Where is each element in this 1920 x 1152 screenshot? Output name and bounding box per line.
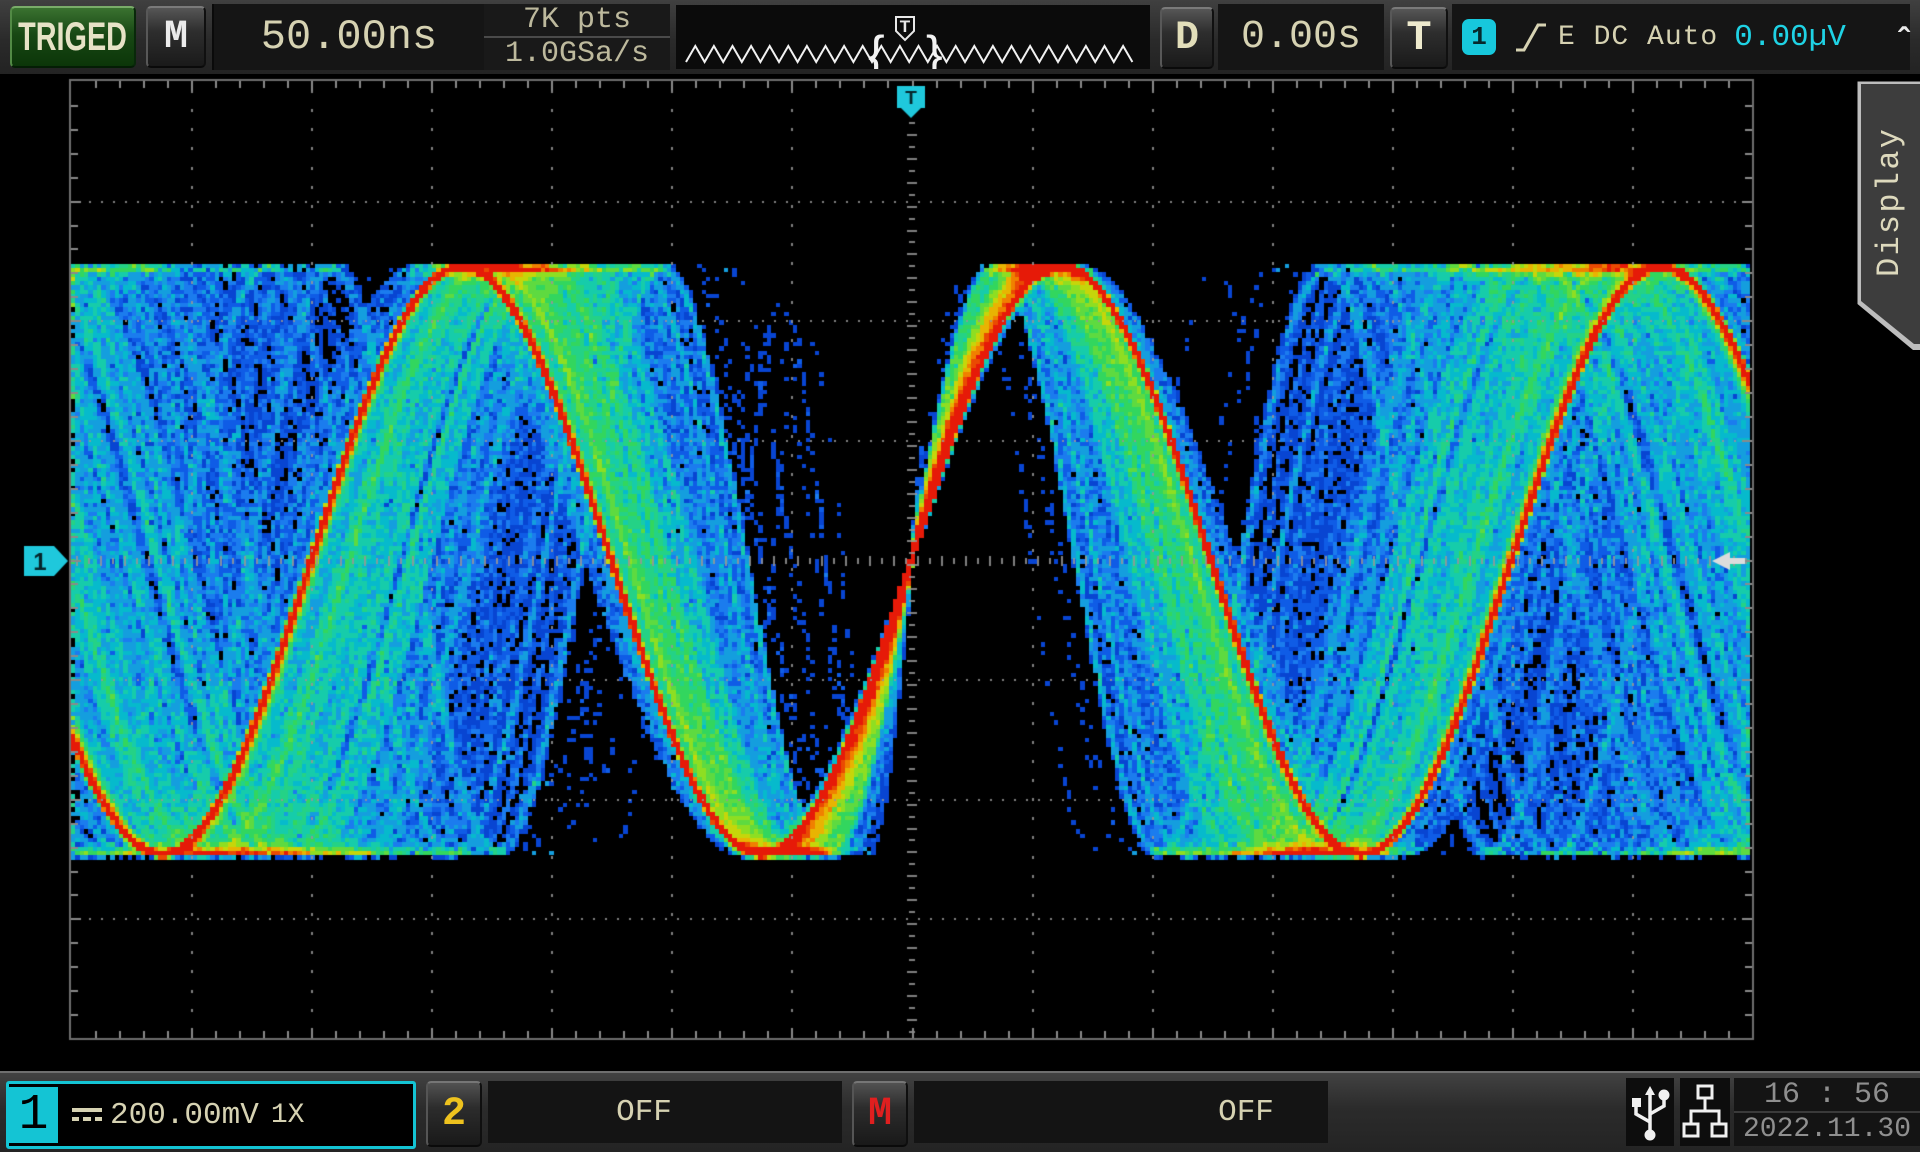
svg-text:{: { [868, 26, 885, 69]
svg-text:}: } [926, 26, 943, 69]
svg-text:Display: Display [1871, 129, 1908, 277]
svg-text:T: T [900, 17, 911, 36]
